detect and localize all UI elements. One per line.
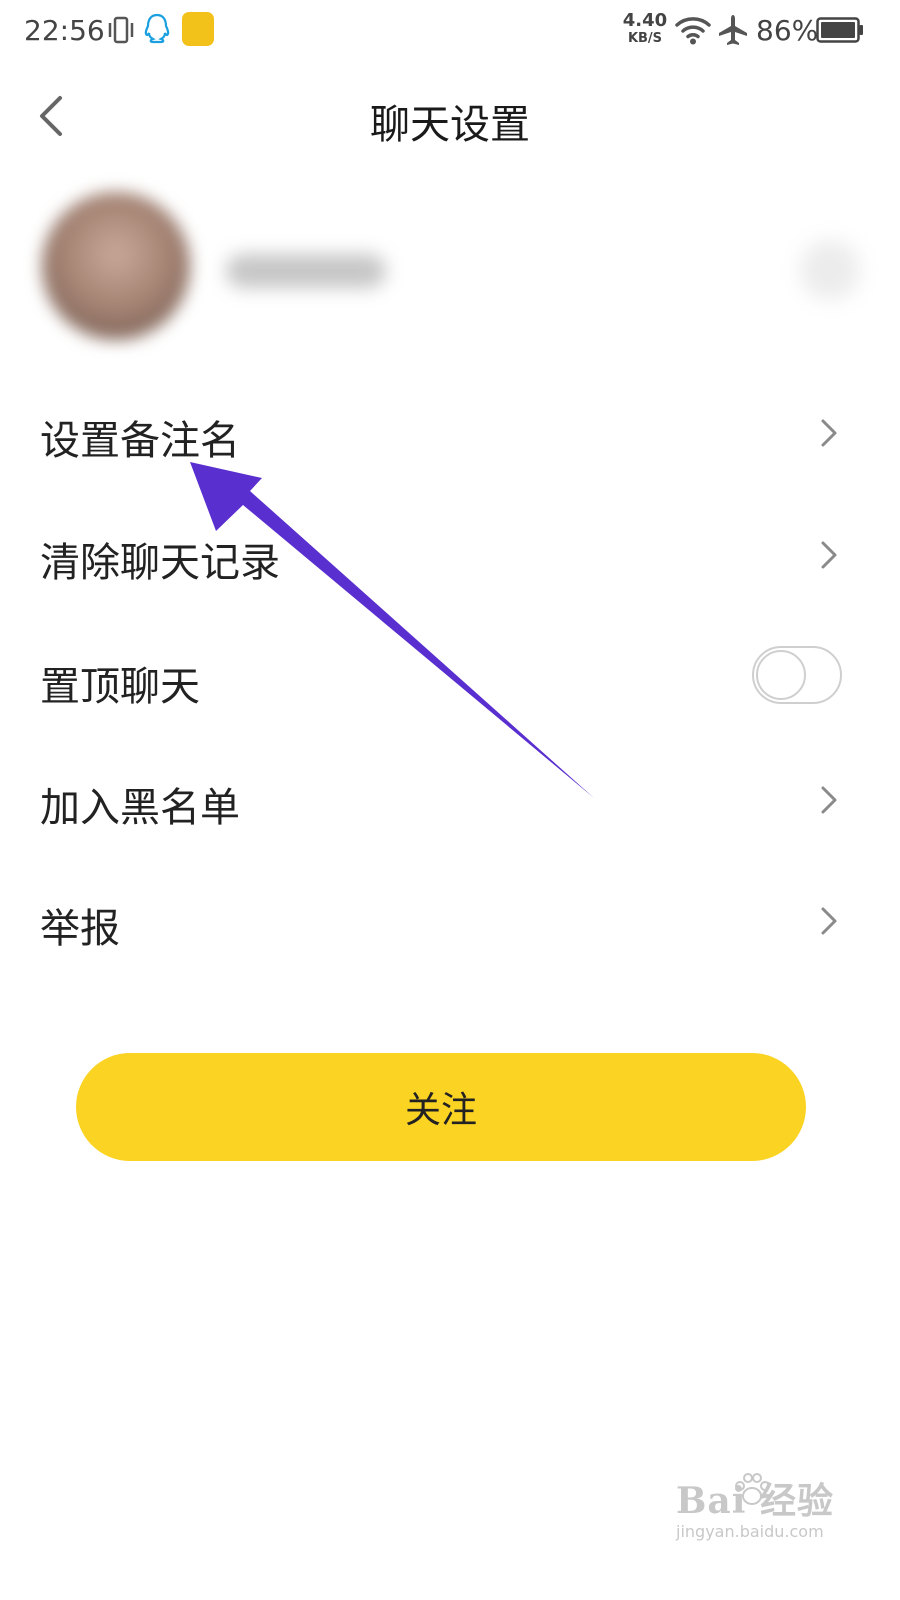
watermark: Bai 经验 jingyan.baidu.com [676, 1472, 856, 1541]
vibrate-icon [108, 16, 134, 44]
chevron-right-icon [821, 786, 837, 814]
battery-percent: 86% [756, 14, 819, 47]
status-time: 22:56 [24, 14, 105, 47]
nav-bar: 聊天设置 [0, 70, 900, 162]
profile-chevron-blurred [800, 240, 860, 300]
follow-button[interactable]: 关注 [76, 1053, 806, 1161]
watermark-url: jingyan.baidu.com [676, 1522, 824, 1541]
chevron-right-icon [821, 541, 837, 569]
page-title: 聊天设置 [370, 102, 530, 148]
wifi-icon [675, 17, 711, 45]
avatar[interactable] [42, 192, 190, 340]
menu-item-pin-chat: 置顶聊天 [0, 618, 900, 740]
net-speed: 4.40 KB/S [622, 10, 668, 46]
menu-item-set-remark[interactable]: 设置备注名 [0, 372, 900, 494]
qq-icon [144, 13, 170, 44]
menu-item-label: 清除聊天记录 [40, 540, 280, 586]
net-speed-unit: KB/S [627, 31, 663, 46]
menu-item-label: 加入黑名单 [40, 785, 240, 831]
menu-item-label: 举报 [40, 906, 120, 952]
status-bar: 22:56 4.40 KB/S 86% [0, 0, 900, 64]
app-notification-icon [182, 12, 214, 46]
net-speed-value: 4.40 [622, 10, 668, 31]
menu-item-report[interactable]: 举报 [0, 860, 900, 982]
profile-row[interactable] [0, 170, 900, 360]
menu-item-add-blacklist[interactable]: 加入黑名单 [0, 739, 900, 861]
nickname-blurred [226, 254, 386, 288]
battery-icon [816, 17, 863, 43]
menu-item-clear-history[interactable]: 清除聊天记录 [0, 494, 900, 616]
chevron-right-icon [821, 907, 837, 935]
menu-item-label: 置顶聊天 [40, 664, 200, 710]
menu-item-label: 设置备注名 [40, 418, 240, 464]
paw-icon [735, 1473, 770, 1505]
toggle-knob [756, 650, 806, 700]
airplane-mode-icon [719, 15, 747, 45]
chevron-right-icon [821, 419, 837, 447]
pin-chat-toggle[interactable] [752, 646, 842, 704]
